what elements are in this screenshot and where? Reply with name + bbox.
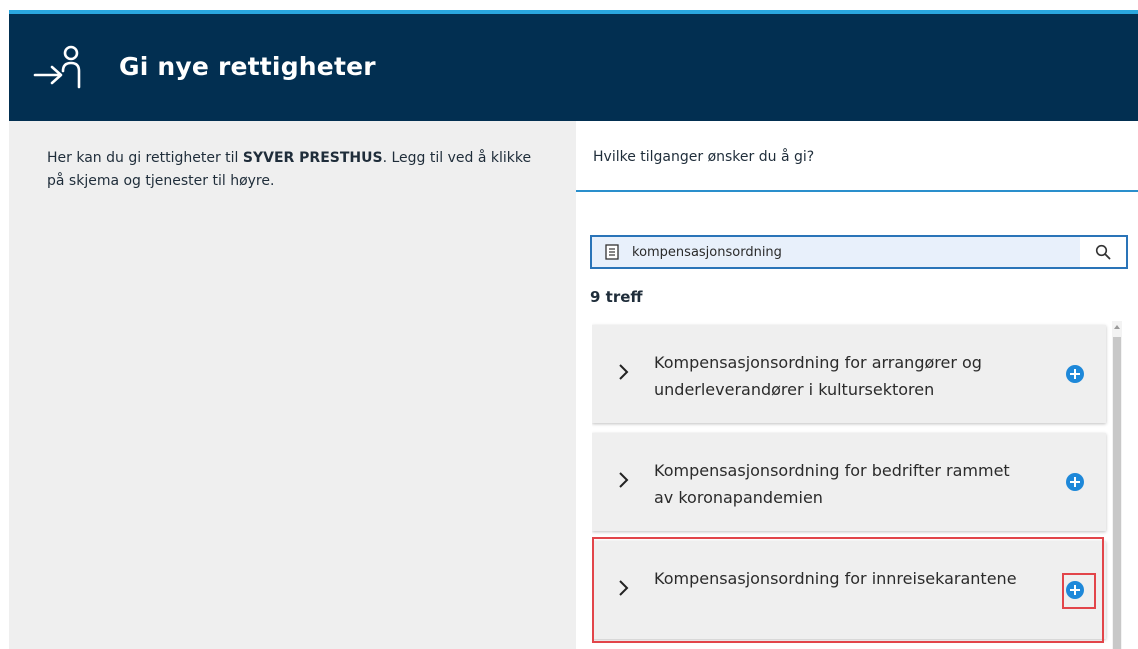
left-panel: Her kan du gi rettigheter til SYVER PRES… xyxy=(9,121,576,649)
results-scrollbar[interactable] xyxy=(1112,321,1122,649)
search-input[interactable] xyxy=(632,237,1084,267)
add-icon[interactable] xyxy=(1066,581,1084,599)
add-icon[interactable] xyxy=(1066,365,1084,383)
recipient-name: SYVER PRESTHUS xyxy=(242,150,383,166)
result-count: 9 treff xyxy=(590,288,643,306)
results-list: Kompensasjonsordning for arrangører og u… xyxy=(592,321,1110,649)
header-bar: Gi nye rettigheter xyxy=(9,14,1138,121)
result-item[interactable]: Kompensasjonsordning for arrangører og u… xyxy=(592,325,1106,423)
right-panel: Hvilke tilganger ønsker du å gi? 9 treff xyxy=(576,121,1138,649)
scroll-up-arrow-icon[interactable] xyxy=(1114,325,1120,329)
result-item[interactable]: Kompensasjonsordning for innreisekarante… xyxy=(592,541,1106,639)
result-item[interactable]: Kompensasjonsordning for bedrifter ramme… xyxy=(592,433,1106,531)
result-title: Kompensasjonsordning for innreisekarante… xyxy=(654,569,1017,588)
intro-text-before: Her kan du gi rettigheter til xyxy=(47,150,243,166)
document-icon xyxy=(605,244,619,260)
chevron-right-icon[interactable] xyxy=(618,579,630,597)
chevron-right-icon[interactable] xyxy=(618,471,630,489)
page-title: Gi nye rettigheter xyxy=(119,52,376,81)
chevron-right-icon[interactable] xyxy=(618,363,630,381)
person-arrow-icon xyxy=(33,45,81,89)
result-title: Kompensasjonsordning for arrangører og u… xyxy=(654,353,982,399)
intro-text: Her kan du gi rettigheter til SYVER PRES… xyxy=(47,147,537,193)
search-icon xyxy=(1095,244,1111,260)
search-field[interactable] xyxy=(590,235,1128,269)
result-title: Kompensasjonsordning for bedrifter ramme… xyxy=(654,461,1010,507)
search-button[interactable] xyxy=(1080,237,1126,267)
page: Gi nye rettigheter Her kan du gi rettigh… xyxy=(0,0,1138,649)
access-question: Hvilke tilganger ønsker du å gi? xyxy=(593,149,815,165)
add-icon[interactable] xyxy=(1066,473,1084,491)
question-divider xyxy=(576,190,1138,192)
scroll-thumb[interactable] xyxy=(1113,337,1121,649)
